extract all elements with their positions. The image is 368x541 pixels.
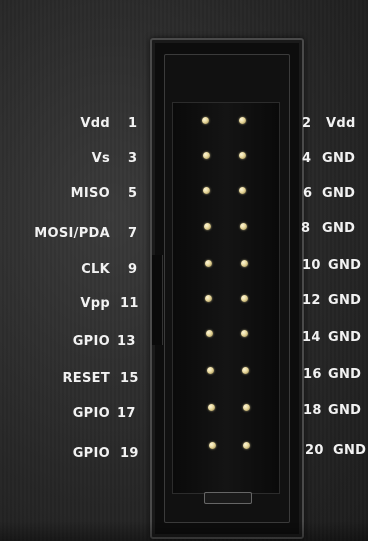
pin-4 <box>239 152 246 159</box>
pin-11-name: Vpp <box>80 296 110 311</box>
pin-5 <box>203 187 210 194</box>
pin-1 <box>202 117 209 124</box>
pin-header-connector <box>150 38 304 539</box>
pin-16-name: GND <box>328 367 362 382</box>
pin-18-number: 18 <box>303 403 322 418</box>
connector-cavity <box>172 102 280 494</box>
pin-16 <box>242 367 249 374</box>
pin-15 <box>207 367 214 374</box>
pin-16-number: 16 <box>303 367 322 382</box>
pin-9-name: CLK <box>81 262 110 277</box>
pin-12 <box>241 295 248 302</box>
pin-20 <box>243 442 250 449</box>
pin-18-name: GND <box>328 403 362 418</box>
pin-11 <box>205 295 212 302</box>
pin-5-number: 5 <box>128 186 138 201</box>
pin-1-number: 1 <box>128 116 138 131</box>
pin-14-number: 14 <box>302 330 321 345</box>
pin-1-name: Vdd <box>80 116 110 131</box>
pin-11-number: 11 <box>120 296 139 311</box>
pin-13-name: GPIO <box>72 334 110 349</box>
pin-5-name: MISO <box>70 186 110 201</box>
pin-17-number: 17 <box>117 406 136 421</box>
pin-19-name: GPIO <box>72 446 110 461</box>
pin-13 <box>206 330 213 337</box>
pin-6-name: GND <box>322 186 356 201</box>
circuit-board: Vdd 1 2 Vdd Vs 3 4 GND MISO 5 6 GND MOSI… <box>0 0 368 541</box>
pin-4-name: GND <box>322 151 356 166</box>
pin-8 <box>240 223 247 230</box>
pin-20-number: 20 <box>305 443 324 458</box>
pin-18 <box>243 404 250 411</box>
pin-3-name: Vs <box>91 151 110 166</box>
pin-17-name: GPIO <box>72 406 110 421</box>
pin-7-name: MOSI/PDA <box>34 226 110 241</box>
pin-8-name: GND <box>322 221 356 236</box>
pin-9-number: 9 <box>128 262 138 277</box>
pin-10 <box>241 260 248 267</box>
pin-10-number: 10 <box>302 258 321 273</box>
pin-15-name: RESET <box>62 371 110 386</box>
pin-19 <box>209 442 216 449</box>
pin-19-number: 19 <box>120 446 139 461</box>
pin-14 <box>241 330 248 337</box>
pin-17 <box>208 404 215 411</box>
pin-15-number: 15 <box>120 371 139 386</box>
pin-13-number: 13 <box>117 334 136 349</box>
pin-7-number: 7 <box>128 226 138 241</box>
pin-3 <box>203 152 210 159</box>
pin-2-name: Vdd <box>326 116 356 131</box>
pin-20-name: GND <box>333 443 367 458</box>
connector-bottom-slot <box>204 492 252 504</box>
pin-2 <box>239 117 246 124</box>
pin-12-name: GND <box>328 293 362 308</box>
pin-9 <box>205 260 212 267</box>
pin-10-name: GND <box>328 258 362 273</box>
pin-14-name: GND <box>328 330 362 345</box>
pin-12-number: 12 <box>302 293 321 308</box>
pin-7 <box>204 223 211 230</box>
pin-3-number: 3 <box>128 151 138 166</box>
pin-6 <box>239 187 246 194</box>
pin-2-number: 2 <box>302 116 312 131</box>
